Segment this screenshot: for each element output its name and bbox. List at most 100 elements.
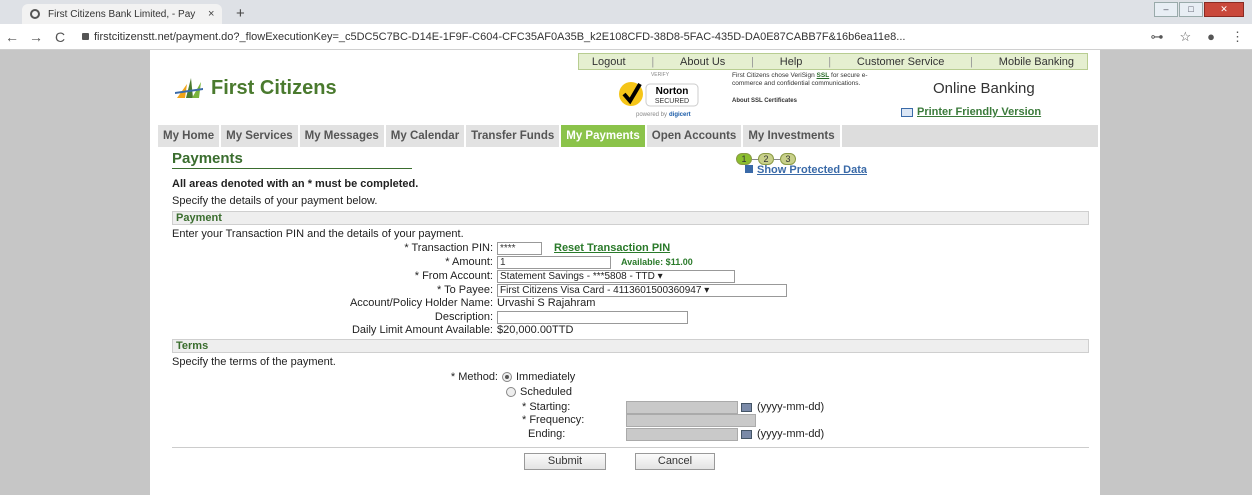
step-3: 3 (780, 153, 796, 165)
profile-icon[interactable]: ● (1207, 29, 1215, 44)
top-links-bar: Logout | About Us | Help | Customer Serv… (578, 53, 1088, 70)
tab-open-accounts[interactable]: Open Accounts (646, 125, 744, 147)
method-row: * Method: Immediately (172, 370, 1072, 384)
tab-title: First Citizens Bank Limited, - Pay (48, 8, 196, 20)
from-account-label: * From Account: (414, 270, 493, 282)
browser-toolbar: ← → C firstcitizenstt.net/payment.do?_fl… (0, 24, 1252, 50)
bank-page: Logout | About Us | Help | Customer Serv… (150, 50, 1100, 495)
step-indicator: 1 2 3 (736, 153, 796, 165)
terms-instructions: Specify the terms of the payment. (172, 356, 336, 368)
norton-powered-text: powered by (636, 112, 667, 118)
step-1: 1 (736, 153, 752, 165)
page-background: Logout | About Us | Help | Customer Serv… (0, 50, 1252, 495)
submit-button[interactable]: Submit (524, 453, 606, 470)
amount-input[interactable]: 1 (497, 255, 611, 269)
frequency-label: * Frequency: (522, 414, 585, 426)
ending-label: Ending: (528, 428, 566, 440)
main-nav-tabs: My Home My Services My Messages My Calen… (158, 125, 1098, 147)
immediately-radio[interactable] (502, 372, 512, 382)
site-favicon-icon (30, 9, 40, 19)
tab-my-calendar[interactable]: My Calendar (385, 125, 467, 147)
holder-row: Account/Policy Holder Name: Urvashi S Ra… (172, 296, 1072, 310)
verisign-text: First Citizens chose VeriSign SSL for se… (732, 72, 882, 105)
payment-intro: Enter your Transaction PIN and the detai… (172, 228, 464, 240)
pin-row: * Transaction PIN: **** Reset Transactio… (172, 241, 1072, 255)
window-controls: – □ ✕ (1153, 2, 1244, 17)
logout-link[interactable]: Logout (592, 56, 626, 68)
printer-friendly-label: Printer Friendly Version (917, 106, 1042, 118)
starting-calendar-icon[interactable] (741, 402, 752, 412)
required-note: All areas denoted with an * must be comp… (172, 178, 419, 190)
norton-verify-text: VERIFY (651, 72, 670, 78)
ending-calendar-icon[interactable] (741, 429, 752, 439)
description-input[interactable] (497, 310, 688, 324)
tab-my-investments[interactable]: My Investments (743, 125, 842, 147)
printer-friendly-link[interactable]: Printer Friendly Version (901, 106, 1041, 118)
verisign-line1: First Citizens chose VeriSign (732, 72, 815, 79)
about-ssl-link[interactable]: About SSL Certificates (732, 97, 882, 105)
cancel-button[interactable]: Cancel (635, 453, 715, 470)
url-text: firstcitizenstt.net/payment.do?_flowExec… (94, 30, 906, 43)
minimize-button[interactable]: – (1154, 2, 1178, 17)
tab-close-icon[interactable]: × (208, 8, 222, 20)
norton-name-text: Norton (656, 86, 689, 97)
new-tab-button[interactable]: + (236, 5, 245, 22)
address-bar[interactable]: firstcitizenstt.net/payment.do?_flowExec… (82, 31, 1142, 43)
ssl-link[interactable]: SSL (817, 72, 830, 79)
brand-name: First Citizens (211, 76, 337, 99)
tab-my-home[interactable]: My Home (158, 125, 222, 147)
reload-button[interactable]: C (48, 29, 72, 45)
maximize-button[interactable]: □ (1179, 2, 1203, 17)
browser-tabstrip: First Citizens Bank Limited, - Pay × + –… (0, 0, 1252, 24)
pin-label: * Transaction PIN: (404, 242, 493, 254)
scheduled-row: Scheduled (506, 385, 806, 399)
reset-pin-link[interactable]: Reset Transaction PIN (554, 242, 670, 254)
ending-row: Ending: (yyyy-mm-dd) (528, 427, 1028, 441)
ending-date-input[interactable] (626, 427, 738, 441)
amount-row: * Amount: 1 Available: $11.00 (172, 255, 1072, 269)
ending-date-hint: (yyyy-mm-dd) (757, 428, 825, 440)
starting-row: * Starting: (yyyy-mm-dd) (522, 400, 1022, 414)
browser-menu-icon[interactable]: ⋮ (1231, 29, 1244, 45)
starting-date-input[interactable] (626, 400, 738, 414)
method-label: * Method: (450, 371, 498, 383)
help-link[interactable]: Help (780, 56, 803, 68)
transaction-pin-input[interactable]: **** (497, 241, 542, 255)
description-label: Description: (434, 311, 493, 323)
amount-label: * Amount: (445, 256, 493, 268)
tab-my-messages[interactable]: My Messages (299, 125, 386, 147)
limit-label: Daily Limit Amount Available: (351, 324, 493, 336)
from-account-row: * From Account: Statement Savings - ***5… (172, 269, 1072, 283)
close-window-button[interactable]: ✕ (1204, 2, 1244, 17)
frequency-select[interactable] (626, 413, 756, 427)
page-title: Payments (172, 150, 412, 169)
mobile-banking-link[interactable]: Mobile Banking (999, 56, 1074, 68)
to-payee-select[interactable]: First Citizens Visa Card - 4113601500360… (497, 283, 787, 297)
show-protected-label: Show Protected Data (757, 165, 868, 175)
back-button[interactable]: ← (0, 29, 24, 45)
protected-data-icon (745, 165, 753, 173)
scheduled-radio[interactable] (506, 387, 516, 397)
browser-tab[interactable]: First Citizens Bank Limited, - Pay × (22, 4, 222, 24)
limit-value: $20,000.00TTD (497, 324, 574, 336)
tab-my-payments[interactable]: My Payments (561, 125, 647, 147)
show-protected-data-link[interactable]: Show Protected Data (745, 165, 867, 175)
key-icon[interactable]: ⊶ (1150, 29, 1163, 45)
tab-transfer-funds[interactable]: Transfer Funds (466, 125, 562, 147)
about-us-link[interactable]: About Us (680, 56, 725, 68)
holder-label: Account/Policy Holder Name: (349, 297, 493, 309)
forward-button[interactable]: → (24, 29, 48, 45)
norton-secured-seal[interactable]: VERIFY Norton SECURED powered by digicer… (610, 70, 710, 120)
tab-my-services[interactable]: My Services (221, 125, 300, 147)
holder-value: Urvashi S Rajahram (497, 297, 596, 309)
printer-icon (901, 107, 913, 117)
description-row: Description: (172, 310, 1072, 324)
to-payee-label: * To Payee: (436, 284, 493, 296)
customer-service-link[interactable]: Customer Service (857, 56, 944, 68)
digicert-text: digicert (669, 112, 691, 118)
first-citizens-logo[interactable]: First Citizens (175, 76, 337, 100)
frequency-row: * Frequency: (522, 413, 1022, 427)
from-account-select[interactable]: Statement Savings - ***5808 - TTD ▾ (497, 269, 735, 283)
step-2: 2 (758, 153, 774, 165)
bookmark-star-icon[interactable]: ☆ (1179, 29, 1191, 45)
